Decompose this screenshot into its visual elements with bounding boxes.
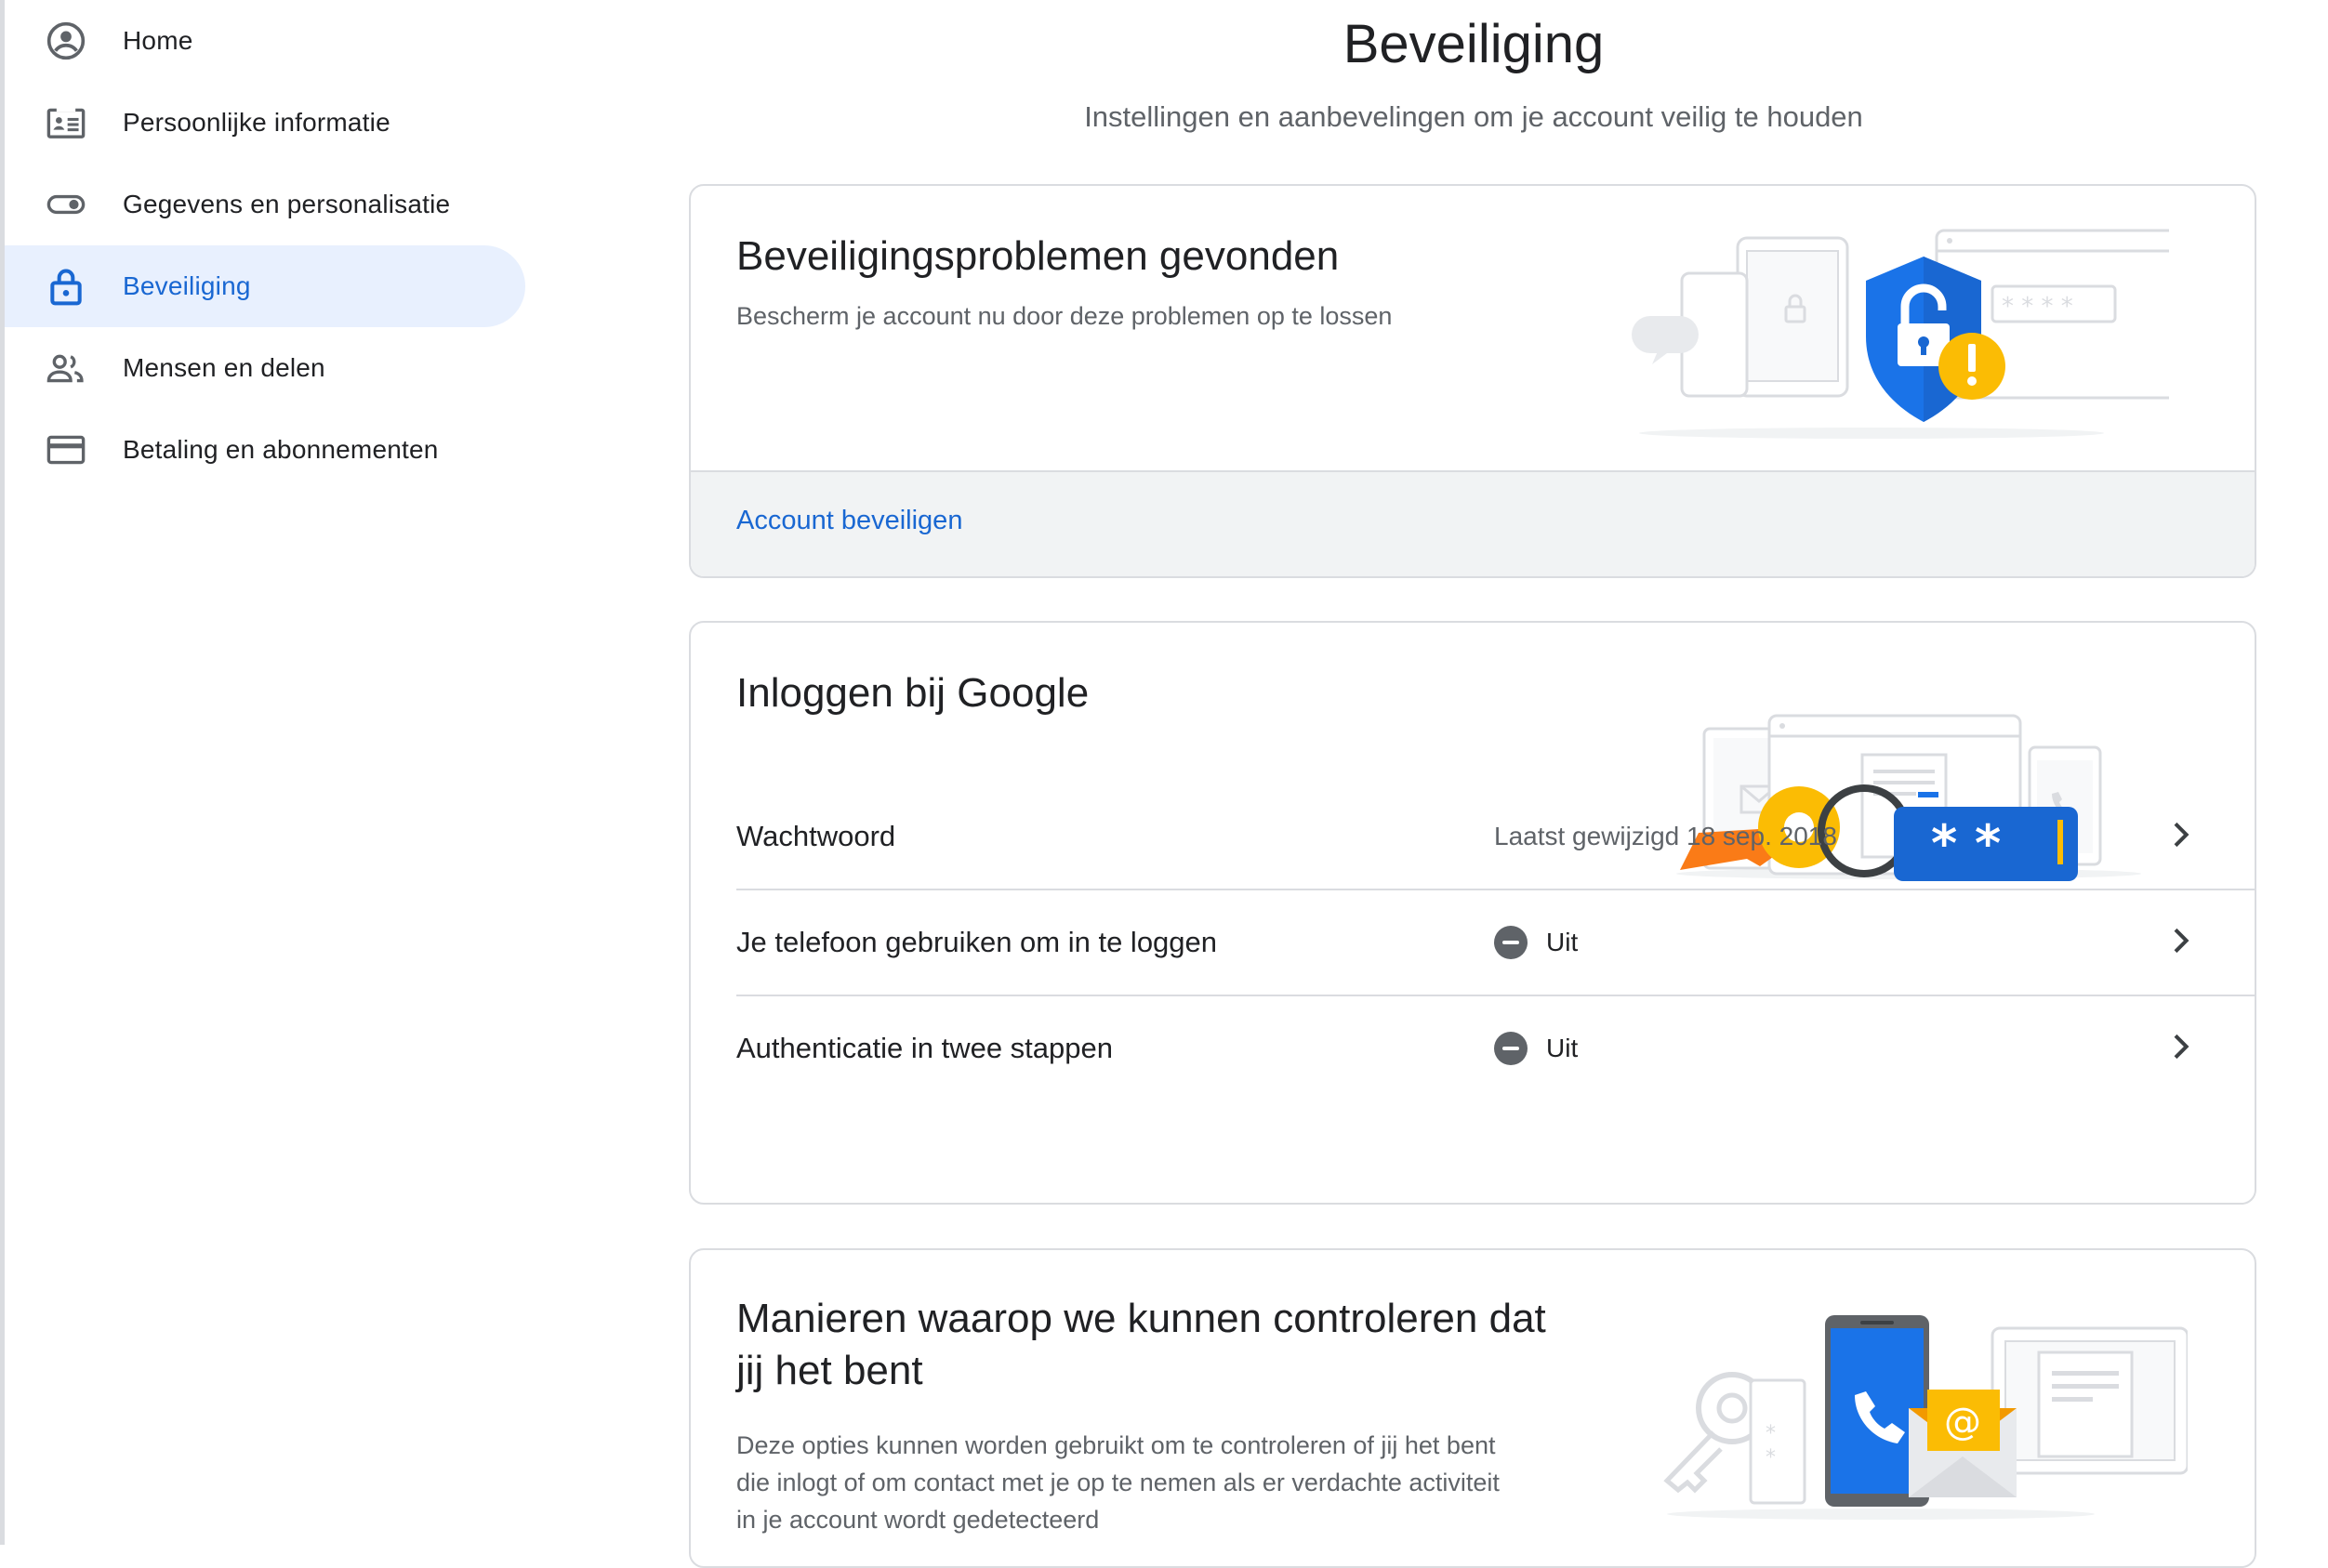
row-label: Authenticatie in twee stappen	[736, 1032, 1113, 1064]
card-description-line3: in je account wordt gedetecteerd	[736, 1506, 1100, 1534]
minus-circle-icon	[1494, 1032, 1528, 1065]
sidebar-item-security[interactable]: Beveiliging	[5, 245, 525, 327]
card-title: Inloggen bij Google	[736, 670, 1090, 716]
row-label: Wachtwoord	[736, 820, 896, 852]
sidebar-item-label: Betaling en abonnementen	[123, 435, 439, 464]
status-text: Uit	[1546, 928, 1579, 956]
sidebar-item-people-sharing[interactable]: Mensen en delen	[5, 327, 525, 409]
signin-card: Inloggen bij Google * * Wachtwoord Laats…	[689, 621, 2256, 1205]
chevron-right-icon	[2174, 928, 2189, 954]
row-value: Laatst gewijzigd 18 sep. 2018	[1494, 822, 1837, 850]
credit-card-icon	[46, 429, 86, 470]
card-title-line1: Manieren waarop we kunnen controleren da…	[736, 1296, 1546, 1341]
card-description: Bescherm je account nu door deze problem…	[736, 302, 1393, 330]
chevron-right-icon	[2174, 1034, 2189, 1060]
card-footer: Account beveiligen	[691, 470, 2255, 576]
sidebar-item-label: Mensen en delen	[123, 353, 325, 382]
password-row[interactable]: Wachtwoord Laatst gewijzigd 18 sep. 2018	[736, 784, 2255, 889]
card-title: Beveiligingsproblemen gevonden	[736, 233, 1340, 279]
secure-account-link[interactable]: Account beveiligen	[736, 506, 962, 536]
phone-signin-row[interactable]: Je telefoon gebruiken om in te loggen Ui…	[736, 890, 2255, 995]
card-description-line2: die inlogt of om contact met je op te ne…	[736, 1469, 1500, 1496]
people-icon	[46, 348, 86, 389]
sidebar-item-payments[interactable]: Betaling en abonnementen	[5, 409, 525, 491]
status-text: Uit	[1546, 1034, 1579, 1062]
phone-email-illustration: * * @	[1663, 1315, 2188, 1520]
shield-warning-illustration: * * * *	[1632, 229, 2169, 439]
status: Uit	[1494, 926, 1578, 959]
row-label: Je telefoon gebruiken om in te loggen	[736, 926, 1218, 958]
svg-text:@: @	[1944, 1401, 1981, 1443]
card-title-line2: jij het bent	[736, 1348, 923, 1393]
two-step-row[interactable]: Authenticatie in twee stappen Uit	[736, 996, 2255, 1100]
verify-identity-card: Manieren waarop we kunnen controleren da…	[689, 1248, 2256, 1568]
lock-icon	[46, 266, 86, 307]
svg-text:* * * *: * * * *	[2002, 293, 2073, 321]
svg-text:*: *	[1766, 1446, 1776, 1469]
page-subtitle: Instellingen en aanbevelingen om je acco…	[1084, 100, 1863, 133]
security-issues-card: Beveiligingsproblemen gevonden Bescherm …	[689, 184, 2256, 578]
sidebar-item-label: Beveiliging	[123, 271, 251, 300]
card-description-line1: Deze opties kunnen worden gebruikt om te…	[736, 1431, 1496, 1459]
toggle-icon	[46, 184, 86, 225]
sidebar-item-label: Gegevens en personalisatie	[123, 190, 451, 218]
status: Uit	[1494, 1032, 1578, 1065]
sidebar-item-data-personalization[interactable]: Gegevens en personalisatie	[5, 164, 525, 245]
page-title: Beveiliging	[1343, 14, 1605, 74]
minus-circle-icon	[1494, 926, 1528, 959]
chevron-right-icon	[2174, 822, 2189, 848]
svg-text:*: *	[1766, 1422, 1776, 1445]
